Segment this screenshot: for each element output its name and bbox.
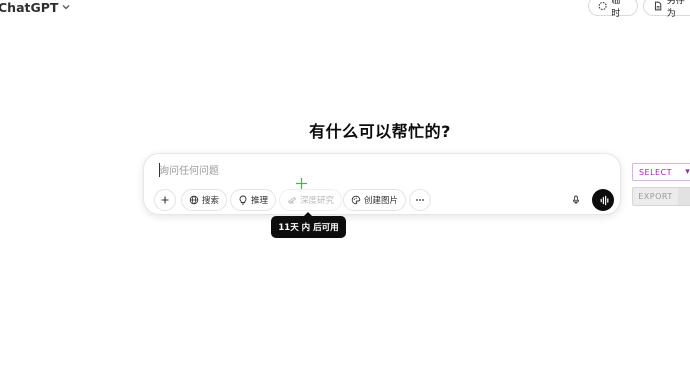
globe-icon bbox=[189, 195, 199, 205]
app-title: ChatGPT bbox=[0, 0, 59, 15]
plus-icon bbox=[161, 196, 169, 204]
search-button[interactable]: 搜索 bbox=[181, 189, 228, 211]
save-as-label: 另存为 bbox=[666, 0, 685, 19]
deep-research-label: 深度研究 bbox=[300, 196, 335, 206]
reason-label: 推理 bbox=[251, 196, 269, 206]
dashed-circle-icon bbox=[598, 1, 607, 11]
save-as-button[interactable]: 另存为 bbox=[643, 0, 690, 19]
lightbulb-icon bbox=[239, 195, 247, 205]
palette-icon bbox=[351, 195, 361, 205]
prompt-composer: 搜索 推理 深度研究 创建图片 bbox=[143, 153, 621, 215]
create-image-label: 创建图片 bbox=[364, 196, 399, 206]
voice-mode-button[interactable] bbox=[592, 189, 614, 211]
availability-tooltip: 11天 内 后可用 bbox=[271, 212, 346, 238]
more-tools-button[interactable] bbox=[409, 189, 431, 211]
reason-button[interactable]: 推理 bbox=[230, 189, 277, 211]
telescope-icon bbox=[287, 196, 297, 205]
export-dropdown-button[interactable] bbox=[678, 187, 690, 206]
crosshair-cursor-icon bbox=[296, 178, 307, 189]
temporary-chat-label: 临时 bbox=[611, 0, 621, 19]
export-button[interactable]: EXPORT bbox=[632, 187, 679, 206]
text-caret bbox=[159, 163, 160, 177]
microphone-icon bbox=[572, 195, 580, 204]
temporary-chat-button[interactable]: 临时 bbox=[588, 0, 638, 19]
attach-button[interactable] bbox=[154, 189, 176, 211]
select-dropdown-button[interactable]: ▾ bbox=[678, 163, 690, 181]
model-selector[interactable]: ChatGPT bbox=[0, 0, 71, 15]
search-label: 搜索 bbox=[202, 196, 220, 206]
prompt-input[interactable] bbox=[159, 162, 579, 180]
chevron-down-icon: ▾ bbox=[685, 167, 690, 177]
dictate-button[interactable] bbox=[565, 189, 587, 211]
document-icon bbox=[654, 1, 662, 11]
more-icon bbox=[416, 199, 424, 201]
deep-research-button[interactable]: 深度研究 bbox=[279, 189, 343, 211]
page-greeting: 有什么可以帮忙的? bbox=[309, 122, 451, 141]
voice-wave-icon bbox=[600, 195, 609, 205]
chevron-down-icon bbox=[62, 5, 70, 10]
select-button[interactable]: SELECT bbox=[632, 163, 679, 181]
create-image-button[interactable]: 创建图片 bbox=[343, 189, 407, 211]
